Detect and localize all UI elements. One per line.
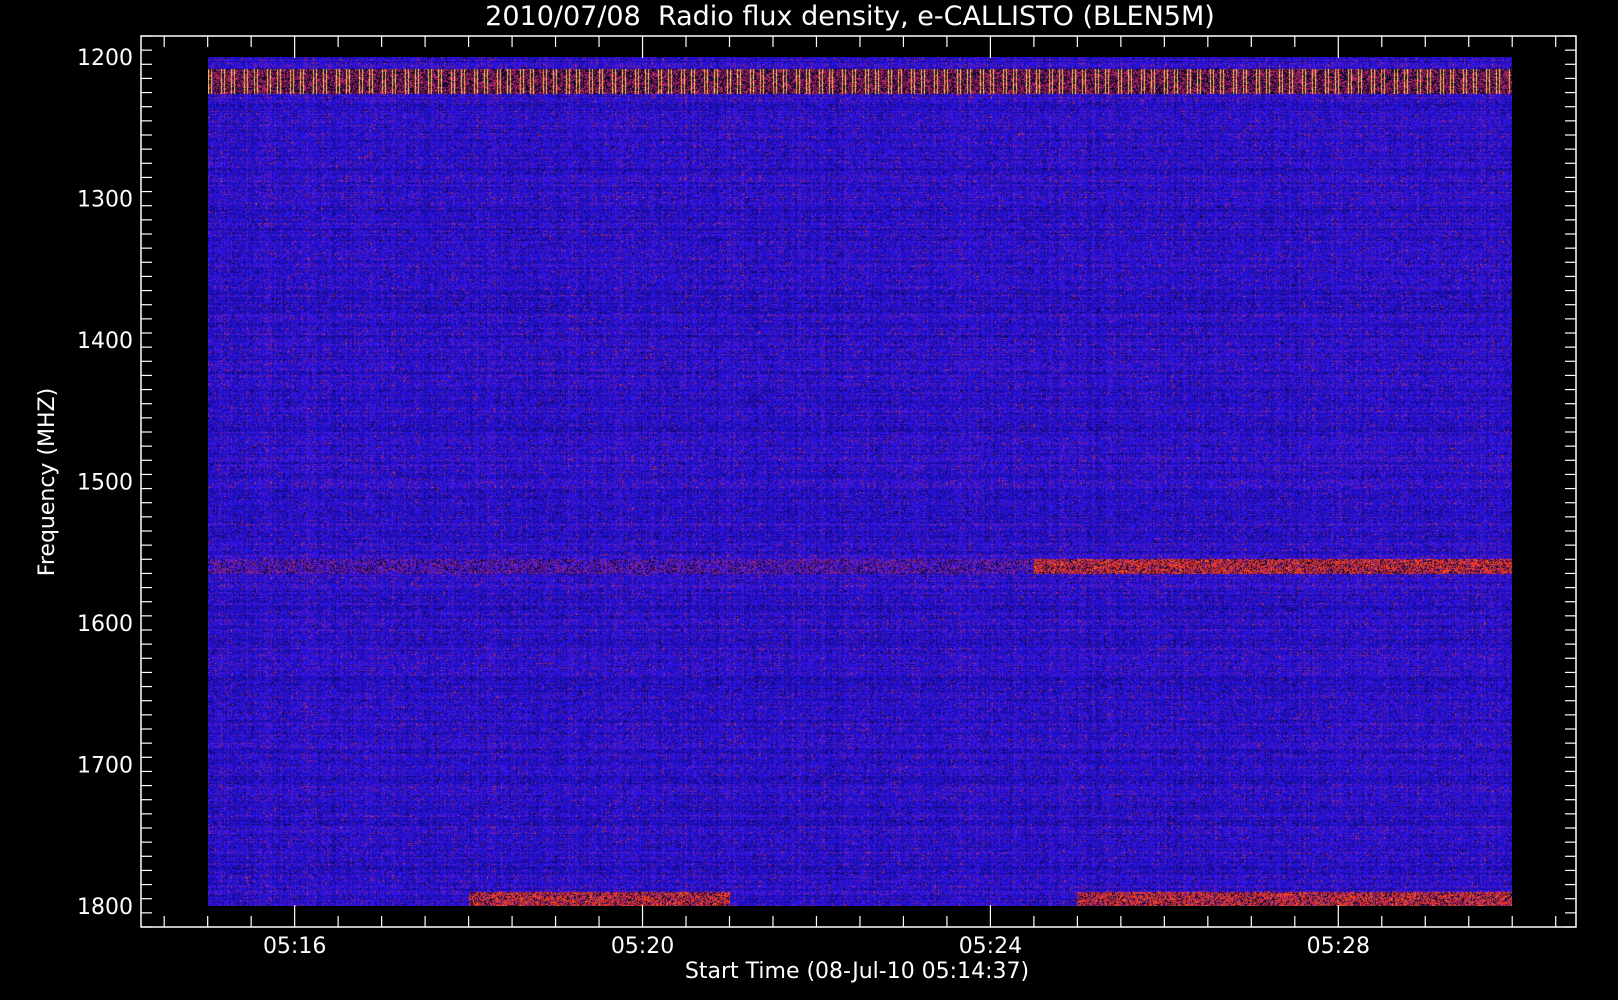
x-tick-label: 05:24 bbox=[959, 934, 1022, 959]
x-axis-title: Start Time (08-Jul-10 05:14:37) bbox=[685, 959, 1029, 984]
y-tick-label: 1600 bbox=[77, 612, 133, 637]
heatmap-raster bbox=[208, 57, 1512, 906]
y-tick-label: 1400 bbox=[77, 329, 133, 354]
x-tick-label: 05:28 bbox=[1307, 934, 1370, 959]
x-tick-label: 05:20 bbox=[611, 934, 674, 959]
y-tick-label: 1800 bbox=[77, 895, 133, 920]
x-tick-label: 05:16 bbox=[263, 934, 326, 959]
spectrogram-chart: 2010/07/08 Radio flux density, e-CALLIST… bbox=[0, 0, 1618, 1000]
chart-title: 2010/07/08 Radio flux density, e-CALLIST… bbox=[485, 1, 1215, 32]
spectrogram-heatmap bbox=[208, 57, 1512, 906]
y-tick-label: 1500 bbox=[77, 471, 133, 496]
y-tick-label: 1700 bbox=[77, 753, 133, 778]
y-axis-title: Frequency (MHZ) bbox=[35, 388, 60, 576]
y-tick-label: 1200 bbox=[77, 46, 133, 71]
y-tick-label: 1300 bbox=[77, 188, 133, 213]
